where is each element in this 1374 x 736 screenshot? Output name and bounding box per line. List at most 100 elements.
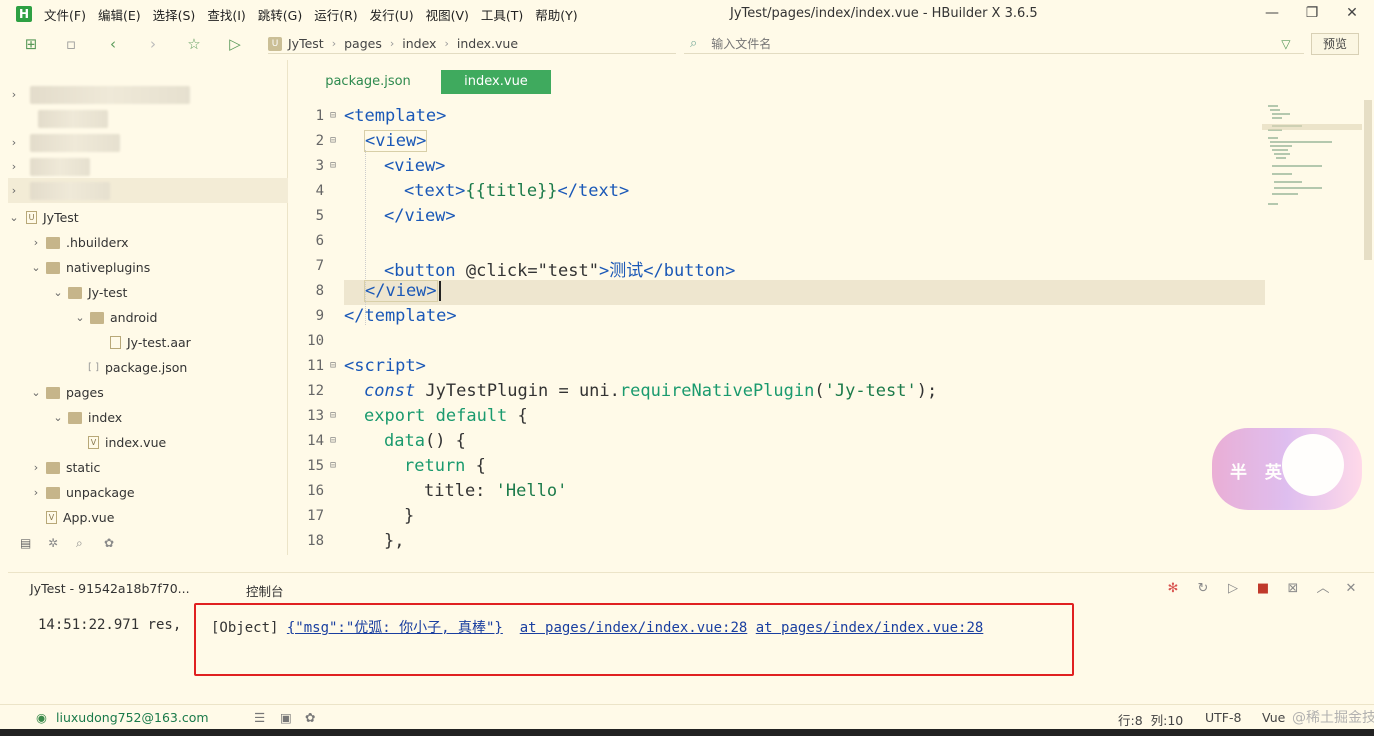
tree-item[interactable]: › static	[8, 455, 288, 480]
code-line: </template>	[344, 306, 457, 326]
menu-help[interactable]: 帮助(Y)	[535, 5, 577, 24]
preview-button[interactable]: 预览	[1311, 33, 1359, 55]
tab-console[interactable]: 控制台	[246, 581, 284, 600]
blurred-project-row[interactable]: ›	[8, 130, 288, 155]
account-icon: ◉	[36, 710, 47, 725]
blurred-project-row[interactable]: ›	[8, 82, 288, 107]
file-language[interactable]: Vue	[1262, 710, 1285, 725]
source-link[interactable]: at pages/index/index.vue:28	[520, 620, 748, 636]
tree-item[interactable]: Vindex.vue	[8, 430, 288, 455]
minimize-icon[interactable]: —	[1262, 5, 1282, 23]
folder-icon	[68, 411, 82, 424]
maximize-icon[interactable]: ❐	[1302, 5, 1322, 23]
tree-item[interactable]: ⌄ Jy-test	[8, 280, 288, 305]
close-panel-icon[interactable]: ✕	[1343, 581, 1359, 597]
cursor-position[interactable]: 行:8 列:10	[1118, 710, 1183, 729]
run-icon[interactable]: ▷	[226, 35, 244, 53]
stop-icon[interactable]: ■	[1255, 581, 1271, 597]
current-line-highlight	[344, 280, 1265, 305]
breadcrumb-item[interactable]: pages	[344, 36, 382, 51]
blurred-label	[30, 157, 90, 176]
bug-icon[interactable]: ✻	[1165, 581, 1181, 597]
search-file-icon: ⌕	[690, 36, 698, 51]
reload-icon[interactable]: ↻	[1195, 581, 1211, 597]
chevron-down-icon: ⌄	[9, 211, 19, 224]
fold-icon[interactable]: ⊟	[330, 135, 340, 146]
chevron-right-icon: ›	[11, 184, 17, 197]
folder-icon	[46, 486, 60, 499]
project-icon: U	[268, 36, 282, 51]
close-icon[interactable]: ✕	[1342, 5, 1362, 23]
terminal-icon[interactable]: ▣	[280, 710, 292, 725]
chevron-up-icon[interactable]: ︿	[1315, 581, 1331, 597]
line-number: 13	[307, 408, 324, 424]
fold-icon[interactable]: ⊟	[330, 160, 340, 171]
line-number: 12	[307, 383, 324, 399]
explorer-icon[interactable]: ▤	[20, 536, 36, 550]
app-logo-icon: H	[16, 6, 32, 22]
tree-item[interactable]: › unpackage	[8, 480, 288, 505]
menu-find[interactable]: 查找(I)	[207, 5, 245, 24]
source-link[interactable]: at pages/index/index.vue:28	[756, 620, 984, 636]
chevron-down-icon: ⌄	[31, 386, 41, 399]
minimap[interactable]	[1262, 100, 1362, 220]
clear-icon[interactable]: ⊠	[1285, 581, 1301, 597]
debug-icon[interactable]: ✲	[48, 536, 64, 550]
breadcrumb-item[interactable]: index.vue	[457, 36, 518, 51]
chevron-right-icon: ›	[11, 136, 17, 149]
fold-icon[interactable]: ⊟	[330, 435, 340, 446]
tree-item[interactable]: ⌄ index	[8, 405, 288, 430]
chevron-right-icon: ›	[11, 160, 17, 173]
fold-icon[interactable]: ⊟	[330, 110, 340, 121]
tree-item[interactable]: Jy-test.aar	[8, 330, 288, 355]
menu-publish[interactable]: 发行(U)	[370, 5, 414, 24]
save-icon[interactable]: ▫	[62, 35, 80, 53]
editor-tabs: package.json index.vue	[298, 62, 1368, 94]
tree-item[interactable]: V App.vue	[8, 505, 288, 530]
code-editor[interactable]: 1 2 3 4 5 6 7 8 9 10 11 12 13 14 15 16 1…	[298, 100, 1362, 555]
new-file-icon[interactable]: ⊞	[22, 35, 40, 53]
tab-package-json[interactable]: package.json	[308, 70, 428, 94]
vertical-scrollbar[interactable]	[1364, 100, 1372, 260]
menu-file[interactable]: 文件(F)	[44, 5, 86, 24]
account-email[interactable]: liuxudong752@163.com	[56, 710, 209, 725]
star-icon[interactable]: ☆	[185, 35, 203, 53]
plugin-icon[interactable]: ✿	[104, 536, 120, 550]
tree-item[interactable]: ⌄ nativeplugins	[8, 255, 288, 280]
tree-item[interactable]: ⌄ pages	[8, 380, 288, 405]
code-line: },	[384, 531, 405, 551]
log-json-link[interactable]: {"msg":"优弧: 你小子, 真棒"}	[287, 620, 503, 636]
tree-item[interactable]: [ ] package.json	[8, 355, 288, 380]
list-icon[interactable]: ☰	[254, 710, 265, 725]
code-line: const JyTestPlugin = uni.requireNativePl…	[364, 381, 938, 401]
tree-item[interactable]: ⌄ android	[8, 305, 288, 330]
folder-icon	[46, 386, 60, 399]
blurred-project-row[interactable]: ›	[8, 178, 288, 203]
file-encoding[interactable]: UTF-8	[1205, 710, 1241, 725]
blurred-project-row[interactable]: ›	[8, 154, 288, 179]
line-number: 17	[307, 508, 324, 524]
fold-icon[interactable]: ⊟	[330, 410, 340, 421]
tree-item[interactable]: › .hbuilderx	[8, 230, 288, 255]
line-number: 11	[307, 358, 324, 374]
menu-goto[interactable]: 跳转(G)	[258, 5, 302, 24]
menu-tools[interactable]: 工具(T)	[481, 5, 523, 24]
plugin-icon[interactable]: ✿	[305, 710, 315, 725]
tab-index-vue[interactable]: index.vue	[441, 70, 551, 94]
breadcrumb-item[interactable]: JyTest	[288, 36, 324, 51]
menu-run[interactable]: 运行(R)	[314, 5, 357, 24]
play-icon[interactable]: ▷	[1225, 581, 1241, 597]
filter-icon[interactable]: ▽	[1281, 37, 1290, 51]
back-icon[interactable]: ‹	[104, 35, 122, 53]
menu-select[interactable]: 选择(S)	[153, 5, 196, 24]
menu-view[interactable]: 视图(V)	[426, 5, 469, 24]
tree-project-jytest[interactable]: ⌄ U JyTest	[8, 205, 288, 230]
breadcrumb-item[interactable]: index	[402, 36, 436, 51]
search-replace-icon[interactable]: ⌕	[76, 536, 92, 550]
fold-icon[interactable]: ⊟	[330, 360, 340, 371]
fold-icon[interactable]: ⊟	[330, 460, 340, 471]
menu-edit[interactable]: 编辑(E)	[98, 5, 141, 24]
forward-icon[interactable]: ›	[144, 35, 162, 53]
file-search-input[interactable]	[711, 36, 1232, 51]
blurred-project-row[interactable]	[8, 106, 288, 131]
